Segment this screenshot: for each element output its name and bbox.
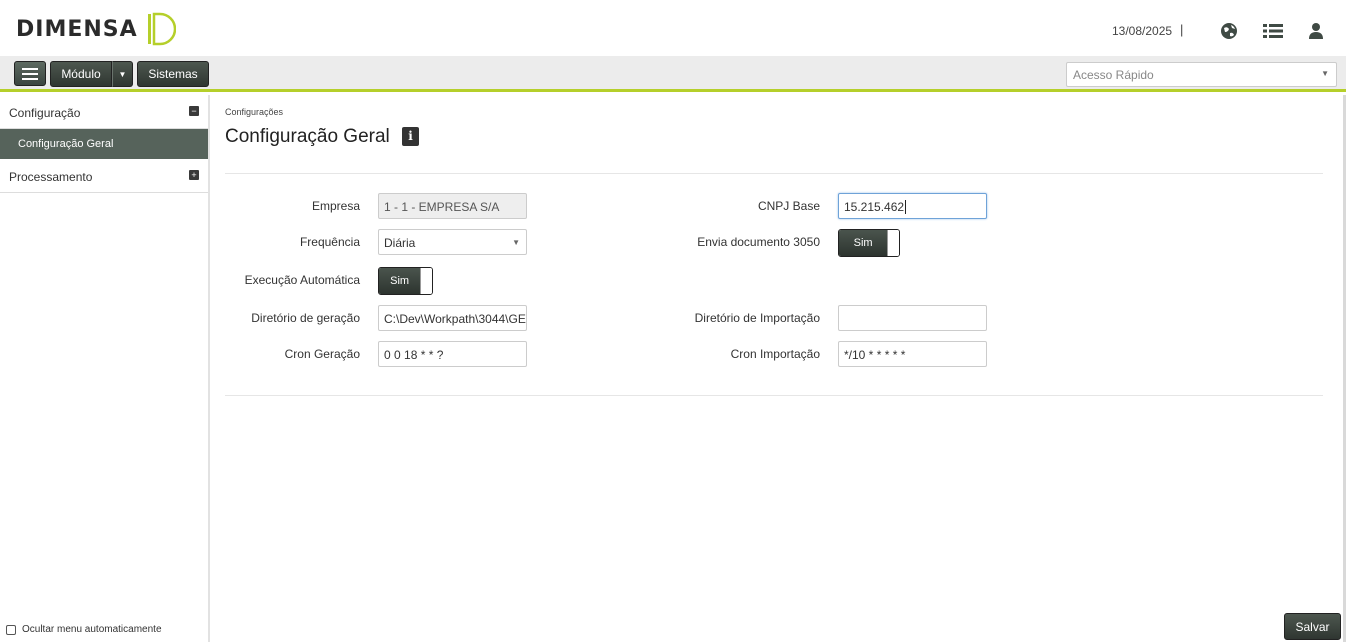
breadcrumb[interactable]: Configurações <box>225 107 283 117</box>
top-header: DIMENSA 13/08/2025 | <box>0 0 1346 56</box>
frequencia-label: Frequência <box>299 235 360 249</box>
toggle-knob <box>420 268 432 294</box>
sidebar-item-configuracao-geral[interactable]: Configuração Geral <box>0 129 208 159</box>
chevron-down-icon: ▼ <box>1321 69 1329 78</box>
auto-hide-menu-option[interactable]: Ocultar menu automaticamente <box>6 624 162 635</box>
empresa-field[interactable]: 1 - 1 - EMPRESA S/A <box>378 193 527 219</box>
diretorio-geracao-label: Diretório de geração <box>251 311 360 325</box>
user-icon[interactable] <box>1308 22 1324 40</box>
diretorio-importacao-label: Diretório de Importação <box>694 311 820 325</box>
globe-icon[interactable] <box>1220 22 1238 40</box>
diretorio-importacao-input[interactable] <box>838 305 987 331</box>
logo[interactable]: DIMENSA <box>16 12 176 46</box>
sidebar-item-processamento[interactable]: Processamento + <box>0 159 208 193</box>
main-content: Configurações Configuração Geral i Empre… <box>210 95 1343 642</box>
sidebar: Configuração − Configuração Geral Proces… <box>0 95 210 642</box>
text-cursor <box>905 200 907 214</box>
execucao-automatica-label: Execução Automática <box>244 273 360 287</box>
cron-geracao-input[interactable]: 0 0 18 * * ? <box>378 341 527 367</box>
current-date: 13/08/2025 <box>1112 24 1173 38</box>
toggle-on-label: Sim <box>379 268 421 294</box>
quick-access-select[interactable]: Acesso Rápido ▼ <box>1066 62 1337 87</box>
hamburger-menu-button[interactable] <box>14 61 46 86</box>
main-toolbar: Módulo ▼ Sistemas Acesso Rápido ▼ <box>0 56 1346 92</box>
modulo-button[interactable]: Módulo <box>50 61 112 87</box>
execucao-automatica-toggle[interactable]: Sim <box>378 267 433 295</box>
cron-geracao-label: Cron Geração <box>284 347 360 361</box>
diretorio-geracao-input[interactable]: C:\Dev\Workpath\3044\GE <box>378 305 527 331</box>
logo-text: DIMENSA <box>16 16 138 42</box>
header-separator: | <box>1180 22 1184 37</box>
divider <box>225 173 1323 174</box>
list-icon[interactable] <box>1263 22 1283 40</box>
toggle-on-label: Sim <box>839 230 888 256</box>
divider <box>225 395 1323 396</box>
frequencia-select[interactable]: Diária ▼ <box>378 229 527 255</box>
caret-down-icon: ▼ <box>118 69 127 79</box>
expand-icon[interactable]: + <box>189 170 199 180</box>
modulo-dropdown-toggle[interactable]: ▼ <box>112 61 133 87</box>
auto-hide-checkbox[interactable] <box>6 624 16 635</box>
sidebar-item-label: Configuração <box>9 106 81 120</box>
chevron-down-icon: ▼ <box>512 238 520 247</box>
info-icon[interactable]: i <box>402 127 419 146</box>
sidebar-item-label: Processamento <box>9 170 93 184</box>
cnpj-base-value: 15.215.462 <box>844 200 905 214</box>
sistemas-button[interactable]: Sistemas <box>137 61 209 87</box>
auto-hide-label: Ocultar menu automaticamente <box>22 624 162 635</box>
envia-documento-label: Envia documento 3050 <box>697 235 820 249</box>
cnpj-base-label: CNPJ Base <box>757 199 820 213</box>
save-button[interactable]: Salvar <box>1284 613 1341 640</box>
empresa-label: Empresa <box>311 199 360 213</box>
toggle-knob <box>887 230 899 256</box>
envia-documento-toggle[interactable]: Sim <box>838 229 900 257</box>
page-title: Configuração Geral <box>225 126 390 147</box>
cron-importacao-input[interactable]: */10 * * * * * <box>838 341 987 367</box>
sidebar-item-configuracao[interactable]: Configuração − <box>0 95 208 129</box>
frequencia-value: Diária <box>384 236 416 250</box>
hamburger-icon <box>22 65 38 83</box>
collapse-icon[interactable]: − <box>189 106 199 116</box>
quick-access-placeholder: Acesso Rápido <box>1073 68 1154 82</box>
cron-importacao-label: Cron Importação <box>730 347 820 361</box>
cnpj-base-input[interactable]: 15.215.462 <box>838 193 987 219</box>
logo-mark-icon <box>147 12 176 46</box>
